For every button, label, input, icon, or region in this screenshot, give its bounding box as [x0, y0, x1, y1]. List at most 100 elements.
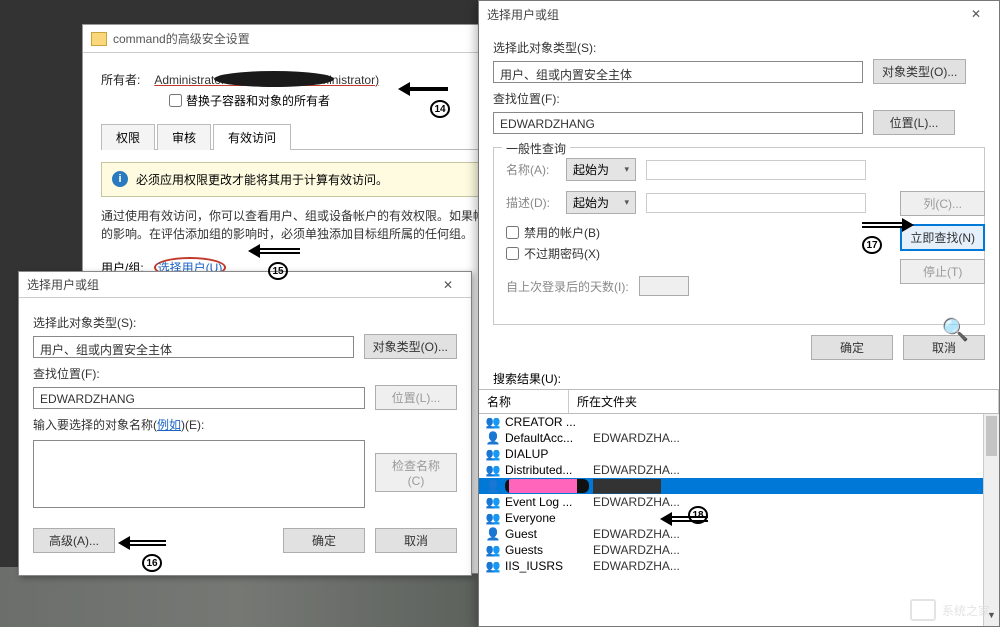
- principal-icon: 👥: [485, 447, 501, 461]
- object-names-input[interactable]: [33, 440, 365, 508]
- result-name: Guest: [505, 527, 589, 541]
- location-label: 查找位置(F):: [493, 90, 985, 107]
- tab-effective-access[interactable]: 有效访问: [213, 124, 291, 150]
- results-list[interactable]: 👥 CREATOR ... 👤 DefaultAcc... EDWARDZHA... 👥 D…: [479, 414, 999, 626]
- search-results-label: 搜索结果(U):: [479, 366, 999, 389]
- result-row[interactable]: 👥 Event Log ... EDWARDZHA...: [479, 494, 999, 510]
- principal-icon: 👥: [485, 495, 501, 509]
- background-decoration: [0, 567, 480, 627]
- result-row[interactable]: 👥 Everyone: [479, 510, 999, 526]
- annotation-18: 18: [688, 506, 708, 524]
- locations-button[interactable]: 位置(L)...: [375, 385, 457, 410]
- result-folder: EDWARDZHA...: [593, 559, 993, 573]
- stop-button[interactable]: 停止(T): [900, 259, 985, 284]
- example-link[interactable]: 例如: [157, 418, 181, 432]
- principal-icon: 👤: [485, 479, 501, 493]
- days-since-logon-label: 自上次登录后的天数(I):: [506, 278, 629, 295]
- select-user-dialog-basic: 选择用户或组 ✕ 选择此对象类型(S): 用户、组或内置安全主体 对象类型(O)…: [18, 271, 472, 576]
- window-title: command的高级安全设置: [113, 30, 250, 47]
- result-folder: ████████: [593, 479, 993, 493]
- result-name: Distributed...: [505, 463, 589, 477]
- tab-audit[interactable]: 审核: [157, 124, 211, 150]
- result-name: IIS_IUSRS: [505, 559, 589, 573]
- select-user-dialog-advanced: 选择用户或组 ✕ 选择此对象类型(S): 用户、组或内置安全主体 对象类型(O)…: [478, 0, 1000, 627]
- annotation-16: 16: [142, 554, 162, 572]
- desc-filter-label: 描述(D):: [506, 194, 556, 211]
- result-folder: EDWARDZHA...: [593, 463, 993, 477]
- dialog-title: 选择用户或组: [27, 276, 99, 293]
- result-row[interactable]: 👥Distributed...EDWARDZHA...: [479, 462, 999, 478]
- disabled-accounts-label: 禁用的帐户(B): [524, 224, 600, 241]
- result-row[interactable]: 👥 DIALUP: [479, 446, 999, 462]
- annotation-15: 15: [268, 262, 288, 280]
- location-field: EDWARDZHANG: [33, 387, 365, 409]
- dialog-titlebar[interactable]: 选择用户或组 ✕: [19, 272, 471, 298]
- annotation-17: 17: [862, 236, 882, 254]
- locations-button[interactable]: 位置(L)...: [873, 110, 955, 135]
- result-name: Guests: [505, 543, 589, 557]
- columns-button[interactable]: 列(C)...: [900, 191, 985, 216]
- result-row[interactable]: 👤 DefaultAcc... EDWARDZHA...: [479, 430, 999, 446]
- result-row[interactable]: 👥 Guests EDWARDZHA...: [479, 542, 999, 558]
- result-name: ████████: [505, 479, 589, 493]
- name-filter-label: 名称(A):: [506, 161, 556, 178]
- result-folder: EDWARDZHA...: [593, 495, 993, 509]
- result-name: DefaultAcc...: [505, 431, 589, 445]
- dialog-titlebar[interactable]: 选择用户或组 ✕: [479, 1, 999, 27]
- result-name: Everyone: [505, 511, 589, 525]
- advanced-button[interactable]: 高级(A)...: [33, 528, 115, 553]
- result-row[interactable]: 👥 CREATOR ...: [479, 414, 999, 430]
- vertical-scrollbar[interactable]: ▲ ▼: [983, 414, 999, 626]
- column-folder[interactable]: 所在文件夹: [569, 390, 999, 413]
- result-folder: EDWARDZHA...: [593, 543, 993, 557]
- folder-icon: [91, 32, 107, 46]
- object-types-button[interactable]: 对象类型(O)...: [364, 334, 457, 359]
- desc-filter-input[interactable]: [646, 193, 866, 213]
- result-folder: EDWARDZHA...: [593, 431, 993, 445]
- owner-value: Administrator Administrator): [154, 73, 379, 87]
- replace-owner-checkbox[interactable]: [169, 94, 182, 107]
- info-icon: i: [112, 171, 128, 187]
- redaction-mark: [214, 71, 334, 87]
- close-icon[interactable]: ✕: [433, 278, 463, 292]
- principal-icon: 👥: [485, 415, 501, 429]
- location-label: 查找位置(F):: [33, 365, 457, 382]
- desc-match-combo[interactable]: 起始为▾: [566, 191, 636, 214]
- nonexpiring-pw-checkbox[interactable]: [506, 247, 519, 260]
- principal-icon: 👥: [485, 511, 501, 525]
- ok-button[interactable]: 确定: [283, 528, 365, 553]
- object-type-label: 选择此对象类型(S):: [33, 314, 457, 331]
- result-folder: EDWARDZHA...: [593, 527, 993, 541]
- disabled-accounts-checkbox[interactable]: [506, 226, 519, 239]
- object-types-button[interactable]: 对象类型(O)...: [873, 59, 966, 84]
- house-icon: [910, 599, 936, 621]
- ok-button[interactable]: 确定: [811, 335, 893, 360]
- name-match-combo[interactable]: 起始为▾: [566, 158, 636, 181]
- result-row[interactable]: 👥IIS_IUSRSEDWARDZHA...: [479, 558, 999, 574]
- result-row[interactable]: 👤GuestEDWARDZHA...: [479, 526, 999, 542]
- scroll-thumb[interactable]: [986, 416, 997, 456]
- result-row[interactable]: 👤 ████████ ████████: [479, 478, 999, 494]
- common-queries-legend: 一般性查询: [502, 140, 570, 157]
- search-icon: 🔍: [942, 317, 969, 343]
- owner-label: 所有者:: [101, 71, 140, 88]
- name-filter-input[interactable]: [646, 160, 866, 180]
- principal-icon: 👥: [485, 543, 501, 557]
- notice-text: 必须应用权限更改才能将其用于计算有效访问。: [136, 171, 388, 188]
- result-name: CREATOR ...: [505, 415, 589, 429]
- chevron-down-icon: ▾: [624, 164, 629, 175]
- results-header[interactable]: 名称 所在文件夹: [479, 389, 999, 414]
- result-name: Event Log ...: [505, 495, 589, 509]
- dialog-title: 选择用户或组: [487, 6, 559, 23]
- principal-icon: 👤: [485, 431, 501, 445]
- close-icon[interactable]: ✕: [961, 7, 991, 21]
- result-name: DIALUP: [505, 447, 589, 461]
- cancel-button[interactable]: 取消: [375, 528, 457, 553]
- tab-permissions[interactable]: 权限: [101, 124, 155, 150]
- check-names-button[interactable]: 检查名称(C): [375, 453, 457, 492]
- column-name[interactable]: 名称: [479, 390, 569, 413]
- days-since-logon-spinner[interactable]: [639, 276, 689, 296]
- annotation-14: 14: [430, 100, 450, 118]
- object-type-field: 用户、组或内置安全主体: [493, 61, 863, 83]
- object-type-label: 选择此对象类型(S):: [493, 39, 985, 56]
